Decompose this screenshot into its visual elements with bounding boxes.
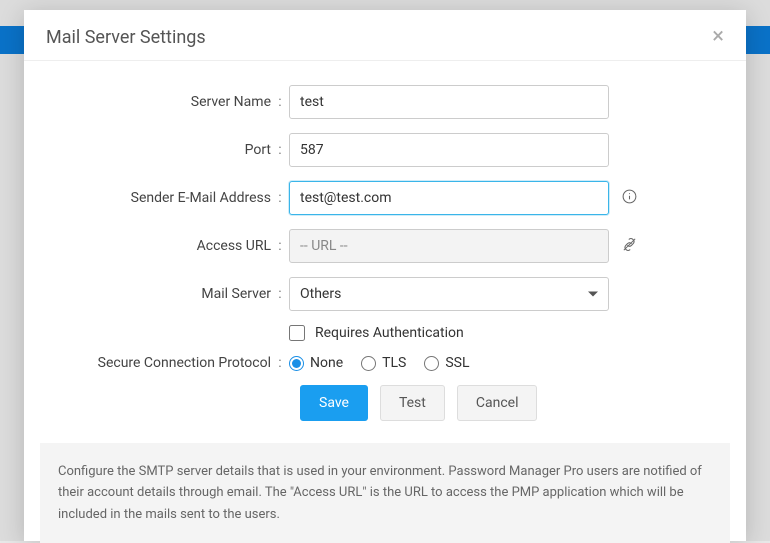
secure-protocol-row: Secure Connection Protocol : None TLS SS… [46,355,724,371]
close-icon[interactable]: × [712,26,724,48]
protocol-option-none[interactable]: None [289,355,343,371]
mail-server-select-wrap: Others [289,277,609,311]
protocol-label-ssl: SSL [445,355,469,371]
unlink-icon[interactable] [621,236,638,257]
server-name-row: Server Name : [46,85,724,119]
save-button[interactable]: Save [300,385,368,421]
port-label: Port [46,142,271,158]
secure-protocol-label: Secure Connection Protocol [46,355,271,371]
port-input[interactable] [289,133,609,167]
protocol-radio-none[interactable] [289,356,304,371]
protocol-option-tls[interactable]: TLS [361,355,406,371]
test-button[interactable]: Test [380,385,445,421]
access-url-field: -- URL -- [289,229,609,263]
requires-auth-label: Requires Authentication [315,325,464,341]
port-row: Port : [46,133,724,167]
modal-body: Server Name : Port : Sender E-Mail Addre… [24,61,746,443]
footer-help-text: Configure the SMTP server details that i… [40,443,730,543]
modal-title: Mail Server Settings [46,27,206,48]
sender-email-label: Sender E-Mail Address [46,190,271,206]
server-name-label: Server Name [46,94,271,110]
protocol-label-tls: TLS [382,355,406,371]
info-icon[interactable] [621,188,638,209]
protocol-label-none: None [310,355,343,371]
requires-auth-checkbox[interactable] [289,325,305,341]
server-name-input[interactable] [289,85,609,119]
action-buttons: Save Test Cancel [46,385,724,421]
modal-header: Mail Server Settings × [24,10,746,61]
sender-email-row: Sender E-Mail Address : [46,181,724,215]
protocol-option-ssl[interactable]: SSL [424,355,469,371]
requires-auth-row: Requires Authentication [46,325,724,341]
cancel-button[interactable]: Cancel [457,385,538,421]
sender-email-input[interactable] [289,181,609,215]
access-url-label: Access URL [46,238,271,254]
mail-server-select[interactable]: Others [289,277,609,311]
protocol-radio-tls[interactable] [361,356,376,371]
mail-server-label: Mail Server [46,286,271,302]
protocol-radio-ssl[interactable] [424,356,439,371]
mail-server-settings-modal: Mail Server Settings × Server Name : Por… [24,10,746,541]
access-url-row: Access URL : -- URL -- [46,229,724,263]
mail-server-row: Mail Server : Others [46,277,724,311]
